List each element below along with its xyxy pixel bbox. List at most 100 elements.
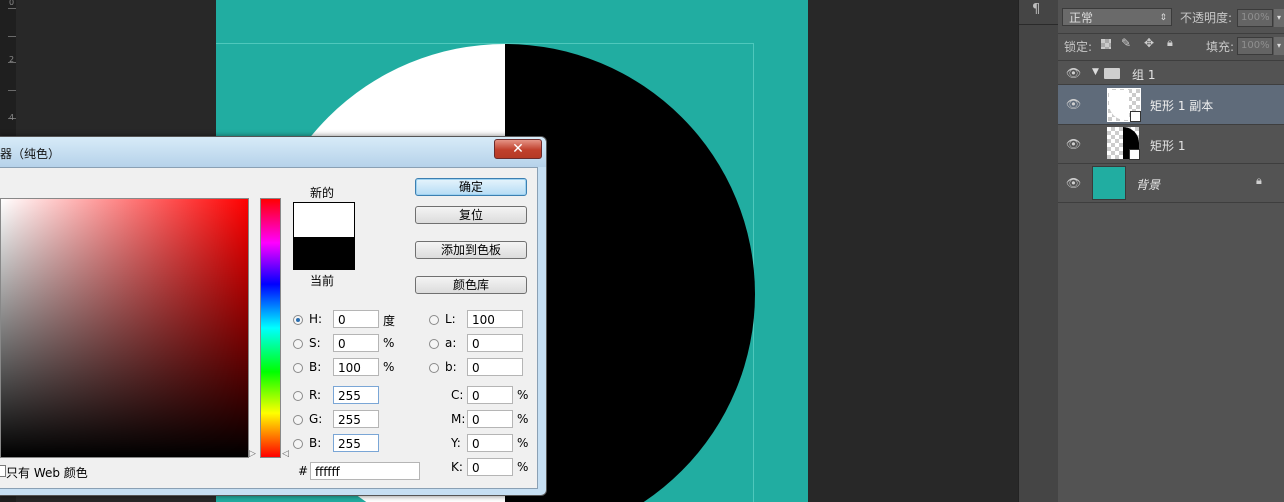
opacity-dropdown-icon[interactable]: ▾ [1274, 9, 1284, 27]
layer-thumbnail [1107, 88, 1141, 122]
radio-a[interactable] [429, 339, 439, 349]
layers-panel: 正常 ⇕ 不透明度: 100% ▾ 锁定: ✎ ✥ 🔒︎ 填充: 100% ▾ … [1058, 0, 1284, 502]
lock-position-icon[interactable]: ✥ [1144, 36, 1154, 50]
dialog-titlebar[interactable]: 器（纯色） ✕ [0, 137, 546, 167]
layer-row-group[interactable]: 👁︎ ▼ 组 1 [1058, 61, 1284, 85]
fill-label: 填充: [1206, 40, 1235, 54]
ruler-label: 2 [9, 55, 15, 64]
blue-label: B: [309, 436, 322, 450]
hex-input[interactable]: ffffff [310, 462, 420, 480]
b-label: B: [309, 360, 322, 374]
radio-blue[interactable] [293, 439, 303, 449]
radio-s[interactable] [293, 339, 303, 349]
visibility-eye-icon[interactable]: 👁︎ [1066, 137, 1081, 151]
add-to-swatches-button[interactable]: 添加到色板 [415, 241, 527, 259]
layer-thumbnail [1107, 127, 1140, 160]
color-libraries-button[interactable]: 颜色库 [415, 276, 527, 294]
shape-badge-icon [1129, 149, 1140, 160]
radio-b[interactable] [293, 363, 303, 373]
layer-row-rect[interactable]: 👁︎ 矩形 1 [1058, 125, 1284, 164]
current-color-label: 当前 [310, 274, 335, 288]
layer-name: 矩形 1 副本 [1150, 99, 1214, 113]
lock-pixels-icon[interactable]: ✎ [1121, 36, 1131, 50]
ruler-label: 0 [9, 0, 15, 7]
k-label: K: [451, 460, 463, 474]
blue-input[interactable]: 255 [333, 434, 379, 452]
collapse-arrow-icon[interactable]: ▼ [1092, 67, 1099, 77]
lab-b-input[interactable]: 0 [467, 358, 523, 376]
layer-name: 背景 [1136, 178, 1161, 192]
y-input[interactable]: 0 [467, 434, 513, 452]
s-unit: % [383, 336, 395, 350]
c-label: C: [451, 388, 464, 402]
lock-transparent-icon[interactable] [1101, 39, 1111, 49]
radio-lab-b[interactable] [429, 363, 439, 373]
panel-dock-strip: ¶ [1018, 0, 1060, 502]
h-label: H: [309, 312, 323, 326]
lock-label: 锁定: [1064, 40, 1093, 54]
fill-input[interactable]: 100% [1237, 37, 1273, 55]
dialog-body: ▷ ◁ 新的 当前 确定 复位 添加到色板 颜色库 H: 0 度 S: 0 % … [0, 167, 538, 489]
hue-slider[interactable] [260, 198, 281, 458]
current-color-swatch[interactable] [294, 237, 354, 269]
hue-slider-arrow-icon[interactable]: ◁ [282, 449, 289, 459]
m-input[interactable]: 0 [467, 410, 513, 428]
c-unit: % [517, 388, 529, 402]
new-color-swatch[interactable] [294, 203, 354, 237]
m-label: M: [451, 412, 466, 426]
h-input[interactable]: 0 [333, 310, 379, 328]
chevron-updown-icon: ⇕ [1159, 13, 1167, 23]
field-marker-icon: ▷ [249, 449, 256, 459]
layer-name: 组 1 [1132, 68, 1156, 82]
opacity-input[interactable]: 100% [1237, 9, 1273, 27]
b-input[interactable]: 100 [333, 358, 379, 376]
radio-r[interactable] [293, 391, 303, 401]
shape-badge-icon [1130, 111, 1141, 122]
layer-row-background[interactable]: 👁︎ 背景 🔒︎ [1058, 164, 1284, 203]
l-input[interactable]: 100 [467, 310, 523, 328]
s-input[interactable]: 0 [333, 334, 379, 352]
lock-all-icon[interactable]: 🔒︎ [1167, 36, 1173, 50]
color-swatch-compare [293, 202, 355, 270]
close-button[interactable]: ✕ [494, 139, 542, 159]
radio-h[interactable] [293, 315, 303, 325]
new-color-label: 新的 [310, 186, 335, 200]
y-unit: % [517, 436, 529, 450]
visibility-eye-icon[interactable]: 👁︎ [1066, 66, 1081, 80]
black-half [505, 44, 755, 502]
paragraph-icon[interactable]: ¶ [1032, 2, 1040, 17]
radio-g[interactable] [293, 415, 303, 425]
b-unit: % [383, 360, 395, 374]
blend-mode-value: 正常 [1069, 11, 1094, 25]
k-input[interactable]: 0 [467, 458, 513, 476]
m-unit: % [517, 412, 529, 426]
h-unit: 度 [383, 314, 396, 328]
opacity-label: 不透明度: [1180, 11, 1233, 25]
ok-button[interactable]: 确定 [415, 178, 527, 196]
visibility-eye-icon[interactable]: 👁︎ [1066, 97, 1081, 111]
color-field[interactable] [0, 198, 249, 458]
ruler-label: 4 [9, 113, 15, 122]
lab-b-label: b: [445, 360, 457, 374]
pasteboard-right [808, 0, 1018, 502]
hex-label: # [298, 464, 309, 478]
dialog-title: 器（纯色） [0, 147, 61, 161]
l-label: L: [445, 312, 456, 326]
r-label: R: [309, 388, 322, 402]
color-picker-dialog: 器（纯色） ✕ ▷ ◁ 新的 当前 确定 复位 添加到色板 颜色库 H: 0 度… [0, 136, 547, 496]
k-unit: % [517, 460, 529, 474]
a-input[interactable]: 0 [467, 334, 523, 352]
a-label: a: [445, 336, 457, 350]
folder-icon [1104, 68, 1120, 79]
g-input[interactable]: 255 [333, 410, 379, 428]
visibility-eye-icon[interactable]: 👁︎ [1066, 176, 1081, 190]
layer-row-rect-copy[interactable]: 👁︎ 矩形 1 副本 [1058, 85, 1284, 125]
fill-dropdown-icon[interactable]: ▾ [1274, 37, 1284, 55]
reset-button[interactable]: 复位 [415, 206, 527, 224]
radio-l[interactable] [429, 315, 439, 325]
c-input[interactable]: 0 [467, 386, 513, 404]
layer-name: 矩形 1 [1150, 139, 1186, 153]
g-label: G: [309, 412, 323, 426]
r-input[interactable]: 255 [333, 386, 379, 404]
blend-mode-select[interactable]: 正常 ⇕ [1062, 8, 1172, 26]
